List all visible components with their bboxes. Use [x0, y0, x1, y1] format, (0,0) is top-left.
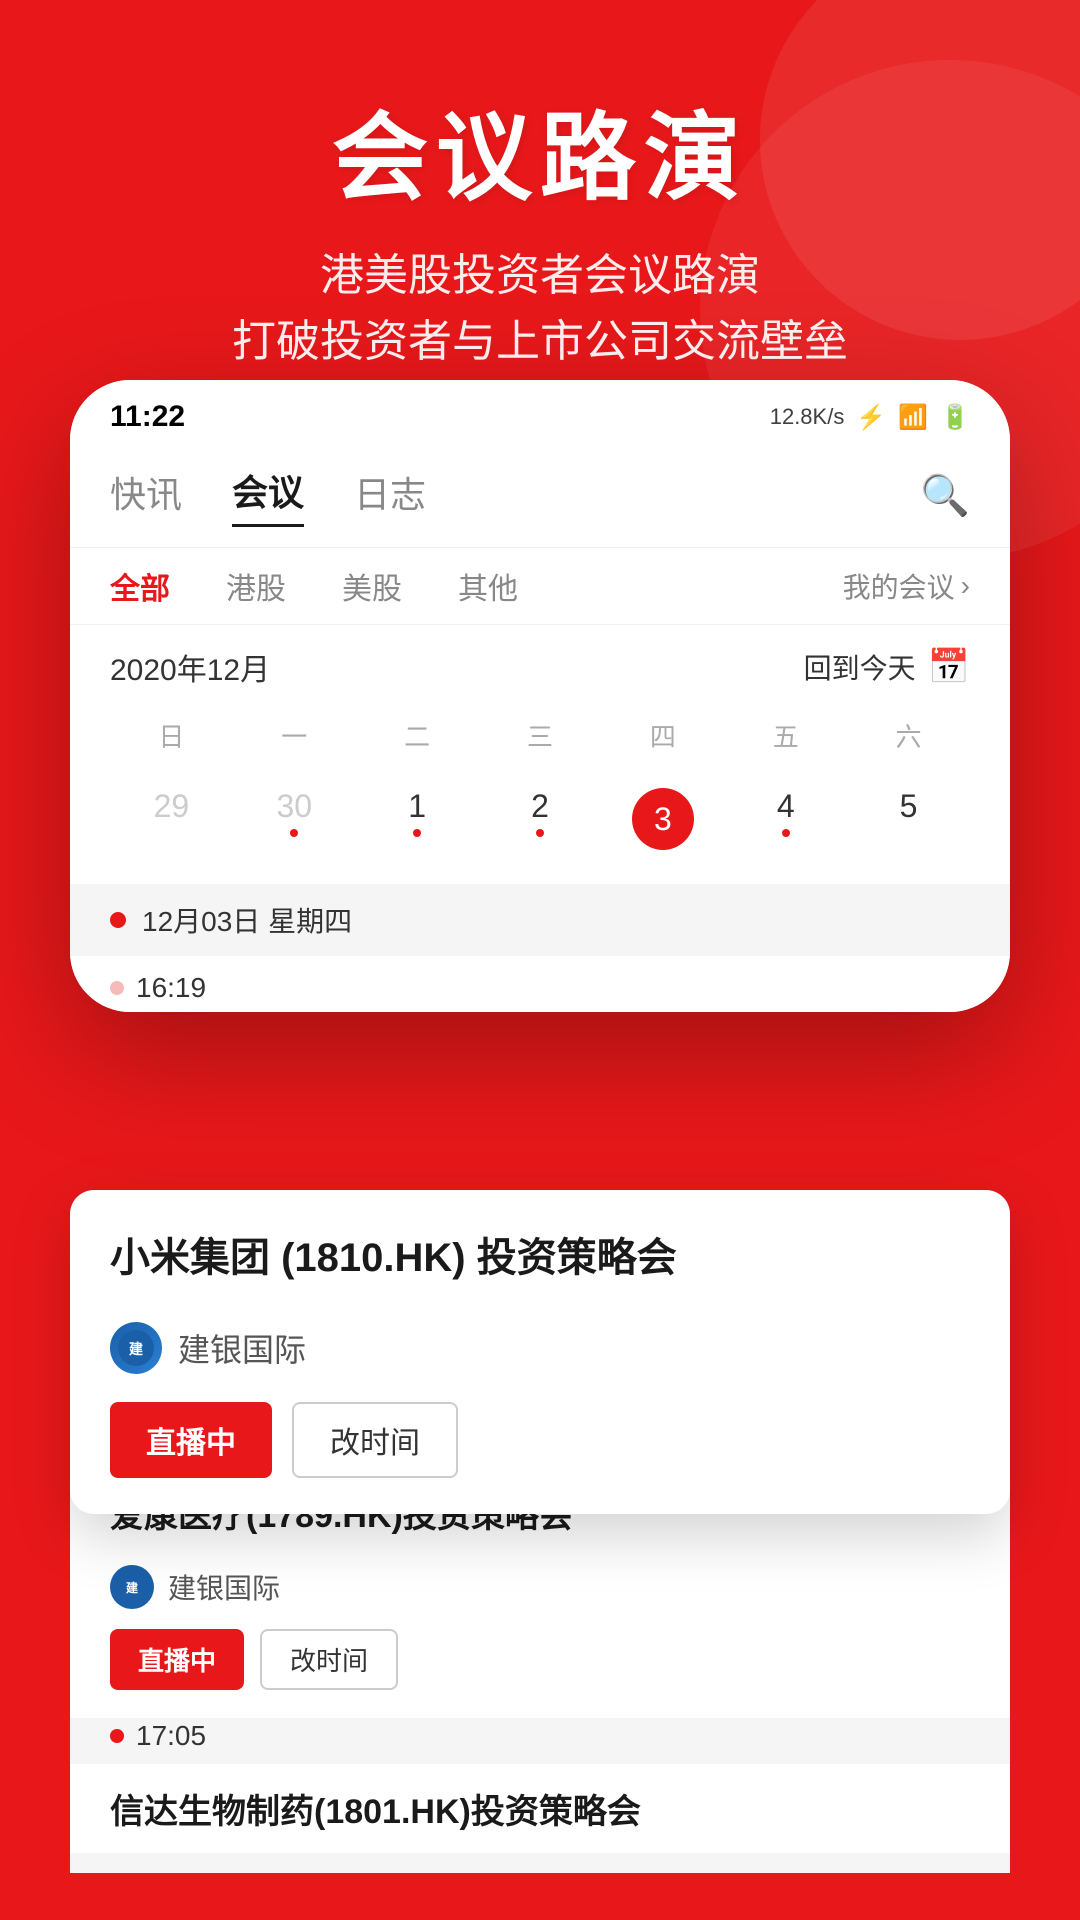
- date-label: 12月03日 星期四: [142, 900, 352, 940]
- second-action-buttons: 直播中 改时间: [110, 1629, 970, 1690]
- weekday-wed: 三: [479, 709, 602, 762]
- second-org-logo-svg: 建: [114, 1569, 150, 1605]
- cal-day-1[interactable]: 1: [356, 774, 479, 864]
- tab-huiyi[interactable]: 会议: [232, 464, 304, 527]
- main-title: 会议路演: [40, 80, 1040, 219]
- tab-rizhi[interactable]: 日志: [354, 466, 426, 526]
- time-dot: [110, 981, 124, 995]
- header-section: 会议路演 港美股投资者会议路演 打破投资者与上市公司交流壁垒: [0, 0, 1080, 415]
- tab-kuaixun[interactable]: 快讯: [110, 466, 182, 526]
- chevron-right-icon: ›: [961, 570, 970, 602]
- sub-title-line1: 港美股投资者会议路演: [40, 243, 1040, 309]
- calendar-header: 2020年12月 回到今天 📅: [110, 645, 970, 689]
- svg-text:建: 建: [125, 1580, 139, 1595]
- cal-day-4[interactable]: 4: [724, 774, 847, 864]
- weekday-thu: 四: [601, 709, 724, 762]
- calendar-weekdays: 日 一 二 三 四 五 六: [110, 709, 970, 762]
- third-event-title: 信达生物制药(1801.HK)投资策略会: [70, 1764, 1010, 1853]
- time-slot-1: 16:19: [136, 972, 206, 1004]
- date-indicator-dot: [110, 912, 126, 928]
- cal-day-30[interactable]: 30: [233, 774, 356, 864]
- calendar-month: 2020年12月: [110, 645, 270, 689]
- featured-org-row: 建 建银国际: [110, 1322, 970, 1374]
- org-logo-svg: 建: [116, 1328, 156, 1368]
- event-dot: [290, 829, 298, 837]
- second-live-button[interactable]: 直播中: [110, 1629, 244, 1690]
- second-org-row: 建 建银国际: [110, 1565, 970, 1609]
- event-dot: [782, 829, 790, 837]
- date-divider: 12月03日 星期四: [70, 884, 1010, 956]
- org-logo: 建: [110, 1322, 162, 1374]
- second-org-logo: 建: [110, 1565, 154, 1609]
- goto-today-btn[interactable]: 回到今天 📅: [804, 647, 970, 687]
- cal-day-29[interactable]: 29: [110, 774, 233, 864]
- calendar-icon: 📅: [928, 647, 970, 687]
- cal-day-5[interactable]: 5: [847, 774, 970, 864]
- second-org-name: 建银国际: [168, 1567, 280, 1607]
- weekday-tue: 二: [356, 709, 479, 762]
- cat-other[interactable]: 其他: [458, 564, 518, 608]
- sub-title: 港美股投资者会议路演 打破投资者与上市公司交流壁垒: [40, 243, 1040, 375]
- cal-day-2[interactable]: 2: [479, 774, 602, 864]
- featured-org-name: 建银国际: [178, 1325, 306, 1371]
- calendar-days: 29 30 1 2 3 4 5: [110, 774, 970, 864]
- category-filter: 全部 港股 美股 其他 我的会议 ›: [70, 548, 1010, 625]
- featured-event-title: 小米集团 (1810.HK) 投资策略会: [110, 1230, 970, 1286]
- my-meeting-btn[interactable]: 我的会议 ›: [843, 566, 970, 606]
- calendar-section: 2020年12月 回到今天 📅 日 一 二 三 四 五 六 29 30 1: [70, 625, 1010, 884]
- featured-event-card[interactable]: 小米集团 (1810.HK) 投资策略会 建 建银国际 直播中 改时间: [70, 1190, 1010, 1514]
- goto-today-label: 回到今天: [804, 647, 916, 687]
- weekday-fri: 五: [724, 709, 847, 762]
- weekday-mon: 一: [233, 709, 356, 762]
- cat-all[interactable]: 全部: [110, 564, 170, 608]
- second-reschedule-button[interactable]: 改时间: [260, 1629, 398, 1690]
- cal-day-3-today[interactable]: 3: [601, 774, 724, 864]
- live-button[interactable]: 直播中: [110, 1402, 272, 1478]
- my-meeting-label: 我的会议: [843, 566, 955, 606]
- time-slot-2-row: 17:05: [110, 1720, 970, 1752]
- svg-text:建: 建: [129, 1341, 143, 1357]
- event-dot: [413, 829, 421, 837]
- weekday-sun: 日: [110, 709, 233, 762]
- third-section: 17:05 信达生物制药(1801.HK)投资策略会: [70, 1700, 1010, 1873]
- org-logo-inner: 建: [110, 1322, 162, 1374]
- weekday-sat: 六: [847, 709, 970, 762]
- reschedule-button[interactable]: 改时间: [292, 1402, 458, 1478]
- sub-title-line2: 打破投资者与上市公司交流壁垒: [40, 309, 1040, 375]
- time-dot-2: [110, 1729, 124, 1743]
- cat-usstock[interactable]: 美股: [342, 564, 402, 608]
- time-slot-2: 17:05: [136, 1720, 206, 1752]
- cat-hkstock[interactable]: 港股: [226, 564, 286, 608]
- event-dot: [536, 829, 544, 837]
- featured-action-buttons: 直播中 改时间: [110, 1402, 970, 1478]
